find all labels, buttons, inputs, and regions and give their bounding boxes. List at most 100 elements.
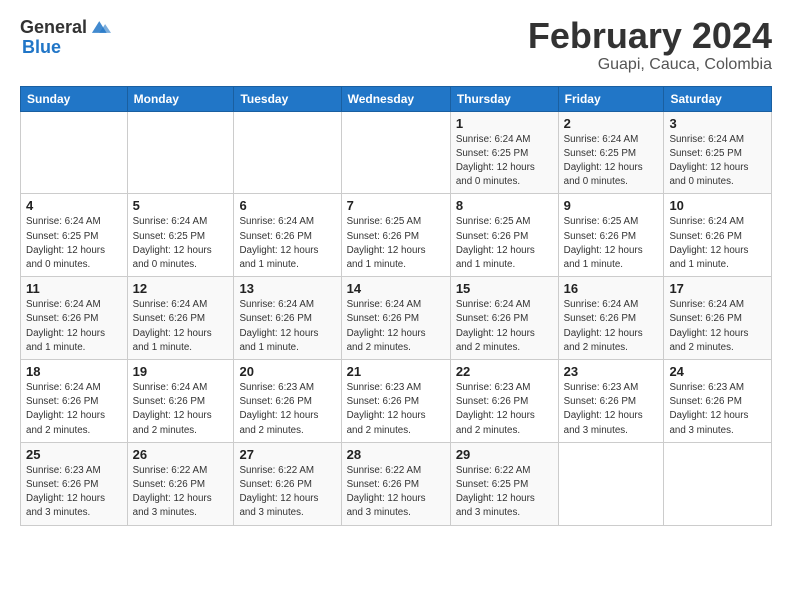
calendar-cell: 5 Sunrise: 6:24 AMSunset: 6:25 PMDaylight… xyxy=(127,194,234,277)
day-info: Sunrise: 6:22 AMSunset: 6:25 PMDaylight:… xyxy=(456,464,553,521)
calendar-cell: 28 Sunrise: 6:22 AMSunset: 6:26 PMDayligh… xyxy=(341,442,450,525)
day-number: 7 xyxy=(347,198,445,213)
logo-text-general: General xyxy=(20,18,87,36)
calendar-cell xyxy=(127,111,234,194)
day-info: Sunrise: 6:24 AMSunset: 6:26 PMDaylight:… xyxy=(239,298,335,355)
calendar-cell: 24 Sunrise: 6:23 AMSunset: 6:26 PMDayligh… xyxy=(664,360,772,443)
day-info: Sunrise: 6:24 AMSunset: 6:26 PMDaylight:… xyxy=(347,298,445,355)
day-number: 3 xyxy=(669,116,766,131)
day-number: 28 xyxy=(347,447,445,462)
day-info: Sunrise: 6:23 AMSunset: 6:26 PMDaylight:… xyxy=(669,381,766,438)
day-number: 20 xyxy=(239,364,335,379)
day-info: Sunrise: 6:23 AMSunset: 6:26 PMDaylight:… xyxy=(347,381,445,438)
col-header-friday: Friday xyxy=(558,86,664,111)
day-number: 5 xyxy=(133,198,229,213)
day-info: Sunrise: 6:22 AMSunset: 6:26 PMDaylight:… xyxy=(347,464,445,521)
calendar-cell: 21Sunrise: 6:23 AMSunset: 6:26 PMDayligh… xyxy=(341,360,450,443)
subtitle: Guapi, Cauca, Colombia xyxy=(528,56,772,74)
calendar-cell: 17 Sunrise: 6:24 AMSunset: 6:26 PMDayligh… xyxy=(664,277,772,360)
day-info: Sunrise: 6:25 AMSunset: 6:26 PMDaylight:… xyxy=(564,215,659,272)
day-info: Sunrise: 6:25 AMSunset: 6:26 PMDaylight:… xyxy=(347,215,445,272)
calendar-cell: 2 Sunrise: 6:24 AMSunset: 6:25 PMDaylight… xyxy=(558,111,664,194)
day-info: Sunrise: 6:24 AMSunset: 6:26 PMDaylight:… xyxy=(26,381,122,438)
logo: General Blue xyxy=(20,16,111,56)
calendar-cell: 18 Sunrise: 6:24 AMSunset: 6:26 PMDayligh… xyxy=(21,360,128,443)
col-header-sunday: Sunday xyxy=(21,86,128,111)
calendar-cell: 13 Sunrise: 6:24 AMSunset: 6:26 PMDayligh… xyxy=(234,277,341,360)
day-info: Sunrise: 6:24 AMSunset: 6:26 PMDaylight:… xyxy=(669,298,766,355)
day-info: Sunrise: 6:24 AMSunset: 6:25 PMDaylight:… xyxy=(669,133,766,190)
day-info: Sunrise: 6:24 AMSunset: 6:25 PMDaylight:… xyxy=(456,133,553,190)
logo-icon xyxy=(89,16,111,38)
day-number: 24 xyxy=(669,364,766,379)
day-info: Sunrise: 6:24 AMSunset: 6:26 PMDaylight:… xyxy=(26,298,122,355)
day-info: Sunrise: 6:24 AMSunset: 6:26 PMDaylight:… xyxy=(564,298,659,355)
calendar-cell xyxy=(558,442,664,525)
day-number: 14 xyxy=(347,281,445,296)
day-number: 26 xyxy=(133,447,229,462)
day-number: 19 xyxy=(133,364,229,379)
day-number: 16 xyxy=(564,281,659,296)
day-info: Sunrise: 6:25 AMSunset: 6:26 PMDaylight:… xyxy=(456,215,553,272)
day-number: 15 xyxy=(456,281,553,296)
calendar-cell: 9 Sunrise: 6:25 AMSunset: 6:26 PMDaylight… xyxy=(558,194,664,277)
day-number: 1 xyxy=(456,116,553,131)
calendar-cell: 23 Sunrise: 6:23 AMSunset: 6:26 PMDayligh… xyxy=(558,360,664,443)
header: General Blue February 2024 Guapi, Cauca,… xyxy=(20,16,772,74)
calendar-cell: 6 Sunrise: 6:24 AMSunset: 6:26 PMDaylight… xyxy=(234,194,341,277)
day-number: 4 xyxy=(26,198,122,213)
calendar-cell: 19Sunrise: 6:24 AMSunset: 6:26 PMDayligh… xyxy=(127,360,234,443)
day-number: 22 xyxy=(456,364,553,379)
day-info: Sunrise: 6:23 AMSunset: 6:26 PMDaylight:… xyxy=(26,464,122,521)
day-number: 12 xyxy=(133,281,229,296)
calendar-cell: 16 Sunrise: 6:24 AMSunset: 6:26 PMDayligh… xyxy=(558,277,664,360)
calendar-cell: 1 Sunrise: 6:24 AMSunset: 6:25 PMDaylight… xyxy=(450,111,558,194)
col-header-tuesday: Tuesday xyxy=(234,86,341,111)
calendar-table: SundayMondayTuesdayWednesdayThursdayFrid… xyxy=(20,86,772,526)
day-number: 13 xyxy=(239,281,335,296)
day-number: 25 xyxy=(26,447,122,462)
day-info: Sunrise: 6:23 AMSunset: 6:26 PMDaylight:… xyxy=(456,381,553,438)
day-info: Sunrise: 6:22 AMSunset: 6:26 PMDaylight:… xyxy=(239,464,335,521)
logo-text-blue: Blue xyxy=(22,38,61,56)
title-area: February 2024 Guapi, Cauca, Colombia xyxy=(528,16,772,74)
day-number: 27 xyxy=(239,447,335,462)
day-number: 9 xyxy=(564,198,659,213)
day-number: 29 xyxy=(456,447,553,462)
day-info: Sunrise: 6:22 AMSunset: 6:26 PMDaylight:… xyxy=(133,464,229,521)
day-info: Sunrise: 6:24 AMSunset: 6:25 PMDaylight:… xyxy=(133,215,229,272)
col-header-thursday: Thursday xyxy=(450,86,558,111)
day-info: Sunrise: 6:24 AMSunset: 6:25 PMDaylight:… xyxy=(564,133,659,190)
calendar-cell: 11Sunrise: 6:24 AMSunset: 6:26 PMDayligh… xyxy=(21,277,128,360)
calendar-cell xyxy=(234,111,341,194)
calendar-cell: 8 Sunrise: 6:25 AMSunset: 6:26 PMDaylight… xyxy=(450,194,558,277)
calendar-cell xyxy=(664,442,772,525)
main-title: February 2024 xyxy=(528,16,772,56)
calendar-cell: 26 Sunrise: 6:22 AMSunset: 6:26 PMDayligh… xyxy=(127,442,234,525)
day-info: Sunrise: 6:24 AMSunset: 6:26 PMDaylight:… xyxy=(133,298,229,355)
day-info: Sunrise: 6:24 AMSunset: 6:26 PMDaylight:… xyxy=(669,215,766,272)
calendar-cell xyxy=(341,111,450,194)
calendar-cell: 15 Sunrise: 6:24 AMSunset: 6:26 PMDayligh… xyxy=(450,277,558,360)
day-info: Sunrise: 6:23 AMSunset: 6:26 PMDaylight:… xyxy=(564,381,659,438)
calendar-cell: 27 Sunrise: 6:22 AMSunset: 6:26 PMDayligh… xyxy=(234,442,341,525)
day-info: Sunrise: 6:24 AMSunset: 6:26 PMDaylight:… xyxy=(456,298,553,355)
day-number: 8 xyxy=(456,198,553,213)
calendar-cell: 22 Sunrise: 6:23 AMSunset: 6:26 PMDayligh… xyxy=(450,360,558,443)
day-number: 2 xyxy=(564,116,659,131)
day-info: Sunrise: 6:24 AMSunset: 6:26 PMDaylight:… xyxy=(239,215,335,272)
calendar-cell: 25 Sunrise: 6:23 AMSunset: 6:26 PMDayligh… xyxy=(21,442,128,525)
day-number: 10 xyxy=(669,198,766,213)
day-number: 18 xyxy=(26,364,122,379)
col-header-wednesday: Wednesday xyxy=(341,86,450,111)
day-number: 23 xyxy=(564,364,659,379)
calendar-cell: 3 Sunrise: 6:24 AMSunset: 6:25 PMDaylight… xyxy=(664,111,772,194)
col-header-saturday: Saturday xyxy=(664,86,772,111)
calendar-cell: 14 Sunrise: 6:24 AMSunset: 6:26 PMDayligh… xyxy=(341,277,450,360)
day-info: Sunrise: 6:23 AMSunset: 6:26 PMDaylight:… xyxy=(239,381,335,438)
calendar-cell xyxy=(21,111,128,194)
day-number: 6 xyxy=(239,198,335,213)
calendar-cell: 29 Sunrise: 6:22 AMSunset: 6:25 PMDayligh… xyxy=(450,442,558,525)
day-number: 17 xyxy=(669,281,766,296)
day-info: Sunrise: 6:24 AMSunset: 6:25 PMDaylight:… xyxy=(26,215,122,272)
